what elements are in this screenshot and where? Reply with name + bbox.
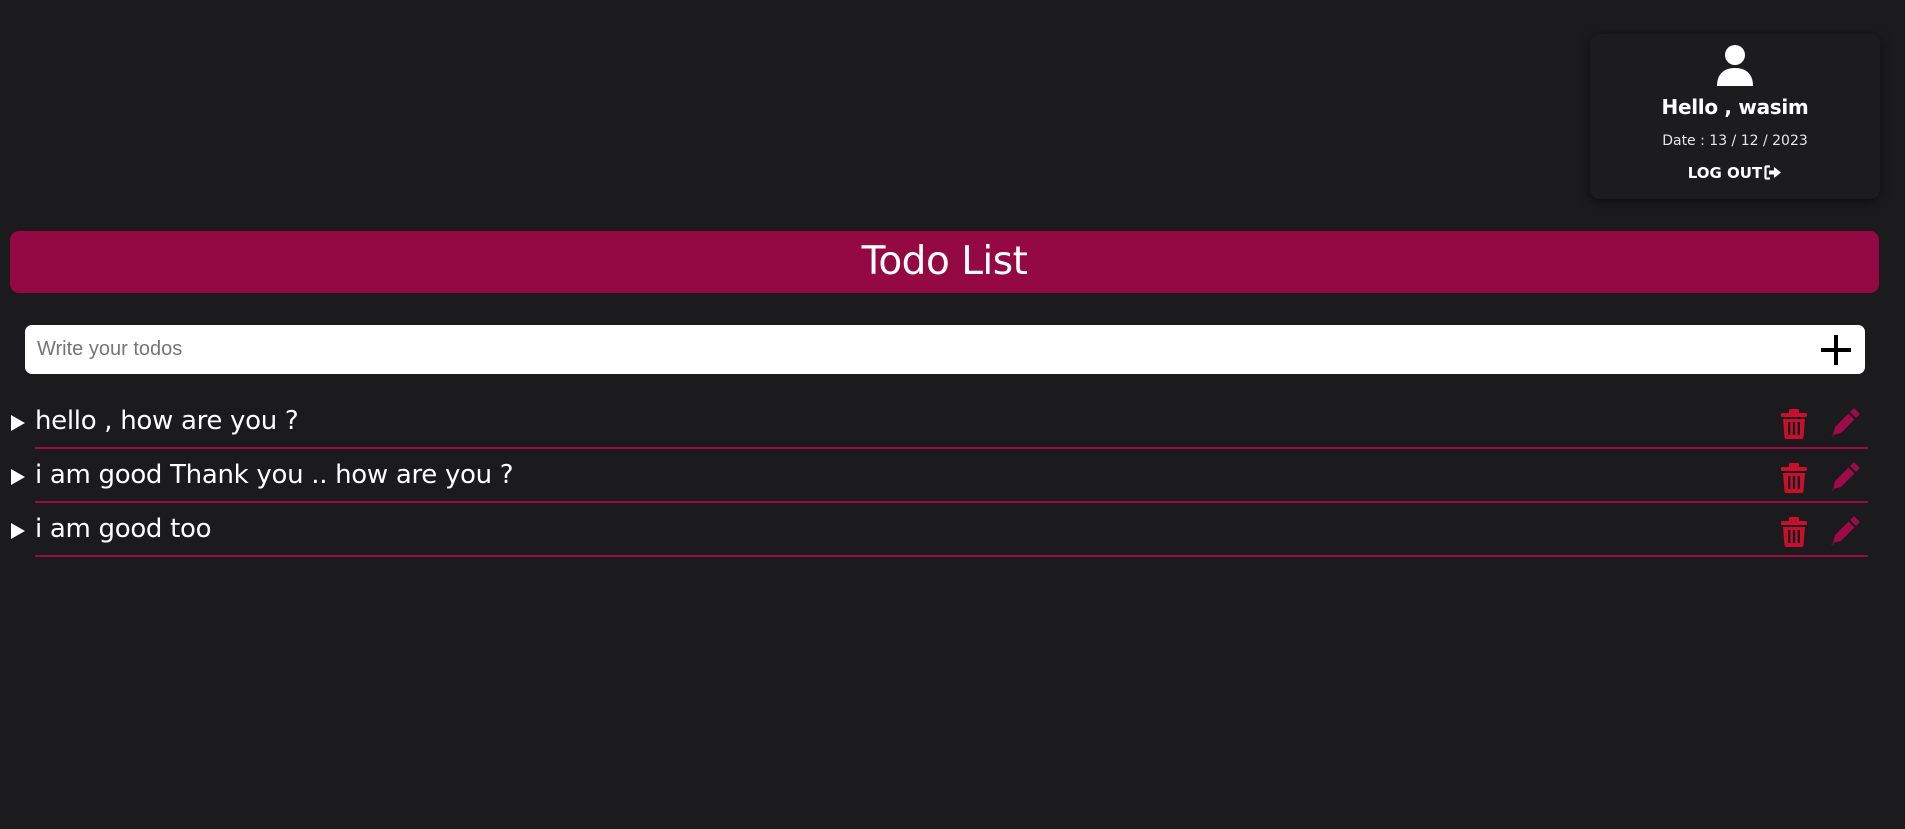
pen-icon[interactable] (1830, 516, 1860, 546)
profile-card: Hello , wasim Date : 13 / 12 / 2023 LOG … (1590, 34, 1880, 199)
page-title: Todo List (861, 239, 1028, 284)
trash-icon[interactable] (1781, 409, 1807, 439)
caret-right-icon[interactable] (11, 469, 25, 485)
sign-out-icon (1764, 165, 1782, 180)
caret-right-icon[interactable] (11, 415, 25, 431)
pen-icon[interactable] (1830, 462, 1860, 492)
current-date: Date : 13 / 12 / 2023 (1662, 133, 1808, 149)
logout-button[interactable]: LOG OUT (1590, 164, 1880, 182)
user-icon (1717, 45, 1753, 86)
todo-text: i am good too (35, 514, 212, 544)
caret-right-icon[interactable] (11, 523, 25, 539)
user-greeting: Hello , wasim (1661, 95, 1809, 119)
pen-icon[interactable] (1830, 408, 1860, 438)
todo-input[interactable] (37, 325, 1797, 374)
todo-text: hello , how are you ? (35, 406, 299, 436)
trash-icon[interactable] (1781, 463, 1807, 493)
todo-divider (35, 555, 1868, 557)
todo-text: i am good Thank you .. how are you ? (35, 460, 514, 490)
logout-label: LOG OUT (1687, 164, 1763, 182)
trash-icon[interactable] (1781, 517, 1807, 547)
todo-item: i am good Thank you .. how are you ? (0, 449, 1905, 503)
plus-icon[interactable] (1819, 333, 1853, 367)
page-header: Todo List (10, 231, 1879, 293)
todo-item: i am good too (0, 503, 1905, 557)
todo-item: hello , how are you ? (0, 395, 1905, 449)
todo-input-container (25, 325, 1865, 374)
